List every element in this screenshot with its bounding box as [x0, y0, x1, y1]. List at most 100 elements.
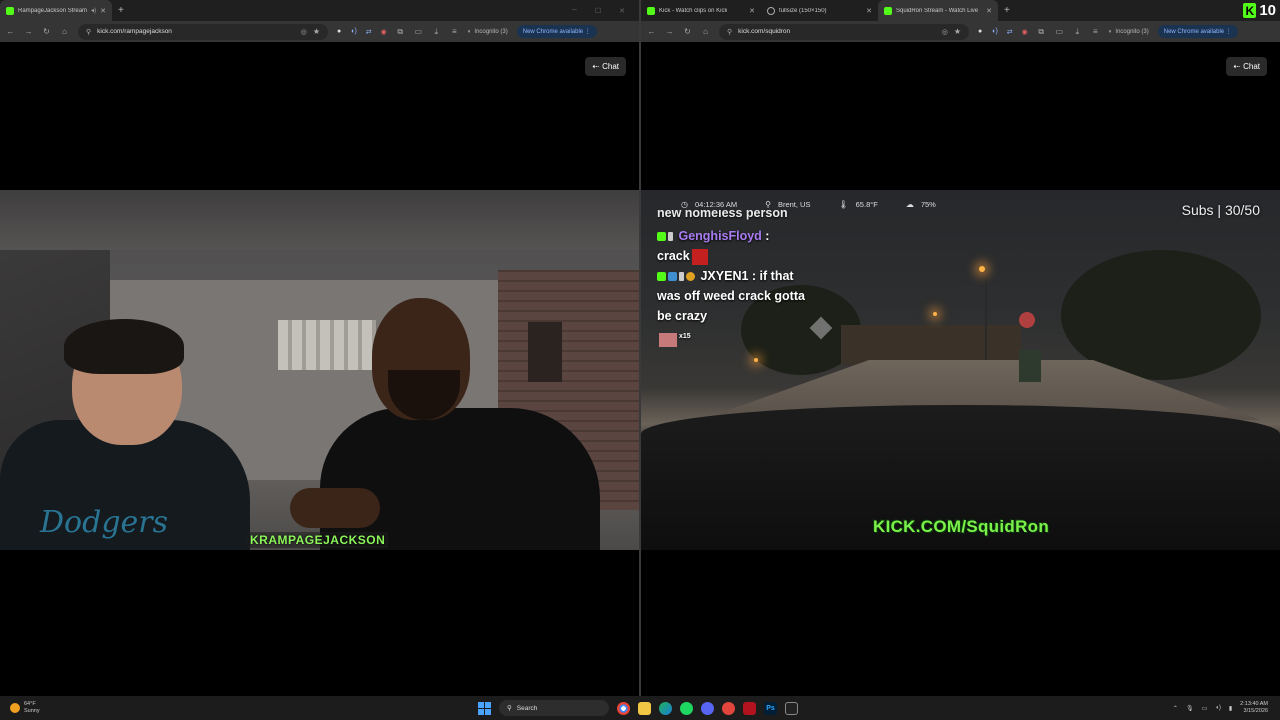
jersey-text: Dodgers — [40, 505, 169, 540]
tab-squidron[interactable]: SquidRon Stream - Watch Live ✕ — [878, 0, 998, 21]
reload-icon[interactable]: ↻ — [42, 27, 51, 36]
extension-audio-icon[interactable]: ◖) — [991, 28, 998, 35]
browser-window-right: Kick - Watch clips on Kick ✕ fullsize (1… — [641, 0, 1280, 696]
streamer-name-overlay: KRAMPAGEJACKSON — [247, 532, 389, 548]
incognito-indicator[interactable]: ◐ Incognito (3) — [1109, 29, 1149, 35]
media-control-icon[interactable]: ≡ — [450, 27, 459, 36]
chat-cutoff-line: new homeless person — [657, 210, 788, 220]
trash-bin — [1019, 350, 1041, 382]
extension-dot-icon[interactable]: ● — [978, 28, 982, 35]
windows-taskbar: 64°F Sunny ⚲ Search Ps ⌃ 🎙︎ ▭ ◖) ▮ 2:13:… — [0, 696, 1280, 720]
incognito-icon: ◐ — [1108, 28, 1113, 35]
microphone-icon[interactable]: 🎙︎ — [1186, 705, 1194, 712]
minimize-icon[interactable]: ─ — [572, 7, 577, 15]
video-player-squidron[interactable]: ◷ 04:12:36 AM ⚲ Brent, US 🌡︎ 65.8°F ☁ 75% Su… — [641, 190, 1280, 550]
spotify-app-icon[interactable] — [680, 701, 693, 715]
close-tab-icon[interactable]: ✕ — [986, 7, 992, 15]
taskbar-center: ⚲ Search Ps — [478, 696, 798, 720]
chat-toggle-button[interactable]: ⇠ Chat — [585, 57, 626, 76]
address-bar[interactable]: ⚲ kick.com/squidron ◎ ★ — [719, 23, 969, 40]
extension-record-icon[interactable]: ◉ — [381, 28, 387, 36]
tab-fullsize[interactable]: fullsize (150×150) ✕ — [761, 0, 878, 21]
back-icon[interactable]: ← — [6, 27, 15, 36]
extension-translate-icon[interactable]: ⇄ — [1007, 28, 1013, 36]
tab-kick-clips[interactable]: Kick - Watch clips on Kick ✕ — [641, 0, 761, 21]
tray-overflow-icon[interactable]: ⌃ — [1173, 705, 1178, 712]
discord-app-icon[interactable] — [701, 701, 714, 715]
kick-counter-badge: K 10 — [1243, 2, 1280, 19]
sub-badge-icon — [668, 272, 677, 282]
forward-icon[interactable]: → — [24, 27, 33, 36]
close-tab-icon[interactable]: ✕ — [100, 7, 106, 15]
emote-icon — [691, 248, 708, 265]
chrome-app-icon[interactable] — [617, 701, 630, 715]
address-bar[interactable]: ⚲ kick.com/rampagejackson ◎ ★ — [78, 23, 328, 40]
cast-icon[interactable]: ▭ — [414, 27, 423, 36]
search-icon: ⚲ — [507, 705, 512, 712]
terminal-app-icon[interactable] — [785, 701, 798, 715]
browser-toolbar: ← → ↻ ⌂ ⚲ kick.com/squidron ◎ ★ ● ◖) ⇄ ◉… — [641, 21, 1280, 42]
site-info-icon[interactable]: ⚲ — [727, 28, 732, 36]
media-control-icon[interactable]: ≡ — [1091, 27, 1100, 36]
extension-dot-icon[interactable]: ● — [337, 28, 341, 35]
photoshop-app-icon[interactable]: Ps — [764, 701, 777, 715]
home-icon[interactable]: ⌂ — [60, 27, 69, 36]
kick-favicon-icon — [647, 6, 655, 15]
video-player-rampagejackson[interactable]: Dodgers KRAMPAGEJACKSON — [0, 190, 639, 550]
home-icon[interactable]: ⌂ — [701, 27, 710, 36]
download-icon[interactable]: ⤓ — [1073, 27, 1082, 37]
ceiling — [0, 190, 639, 250]
eye-off-icon[interactable]: ◎ — [301, 28, 307, 36]
clock[interactable]: 2:13:40 AM 3/15/2026 — [1240, 701, 1268, 715]
chat-text: crack — [657, 249, 690, 263]
new-chrome-available-button[interactable]: New Chrome available ⋮ — [1157, 25, 1238, 38]
close-tab-icon[interactable]: ✕ — [749, 7, 755, 15]
gift-badge-icon — [686, 272, 695, 282]
bookmark-star-icon[interactable]: ★ — [313, 27, 320, 36]
extension-record-icon[interactable]: ◉ — [1022, 28, 1028, 36]
cloud-icon: ☁ — [905, 200, 914, 209]
extensions-puzzle-icon[interactable]: ⧉ — [1037, 27, 1046, 37]
audio-icon[interactable]: ◂) — [91, 7, 96, 14]
maximize-icon[interactable]: ☐ — [595, 7, 601, 15]
location-pin-icon: ⚲ — [765, 200, 771, 209]
edge-app-icon[interactable] — [659, 701, 672, 715]
download-icon[interactable]: ⤓ — [432, 27, 441, 37]
close-tab-icon[interactable]: ✕ — [866, 7, 872, 15]
new-chrome-available-button[interactable]: New Chrome available ⋮ — [516, 25, 597, 38]
thermometer-icon: 🌡︎ — [838, 200, 849, 209]
chat-toggle-icon: ⇠ — [1233, 62, 1241, 71]
extension-translate-icon[interactable]: ⇄ — [366, 28, 372, 36]
cast-icon[interactable]: ▭ — [1055, 27, 1064, 36]
network-icon[interactable]: ▭ — [1202, 705, 1208, 712]
chat-toggle-button[interactable]: ⇠ Chat — [1226, 57, 1267, 76]
extension-audio-icon[interactable]: ◖) — [350, 28, 357, 35]
stat-humidity: ☁ 75% — [905, 200, 936, 209]
incognito-indicator[interactable]: ◐ Incognito (3) — [468, 29, 508, 35]
eye-off-icon[interactable]: ◎ — [942, 28, 948, 36]
back-icon[interactable]: ← — [647, 27, 656, 36]
extensions-puzzle-icon[interactable]: ⧉ — [396, 27, 405, 37]
close-window-icon[interactable]: ✕ — [619, 7, 625, 15]
weather-widget[interactable]: 64°F Sunny — [0, 701, 120, 715]
acrobat-app-icon[interactable] — [743, 701, 756, 715]
stream-stats-bar: ◷ 04:12:36 AM ⚲ Brent, US 🌡︎ 65.8°F ☁ 75% — [681, 200, 936, 209]
forward-icon[interactable]: → — [665, 27, 674, 36]
taskbar-search[interactable]: ⚲ Search — [499, 700, 609, 716]
incognito-icon: ◐ — [467, 28, 472, 35]
tab-rampagejackson[interactable]: RampageJackson Stream ◂) ✕ — [0, 0, 112, 21]
new-tab-button[interactable]: + — [112, 5, 130, 16]
bookmark-star-icon[interactable]: ★ — [954, 27, 961, 36]
app-red-icon[interactable] — [722, 701, 735, 715]
site-info-icon[interactable]: ⚲ — [86, 28, 91, 36]
volume-icon[interactable]: ◖) — [1215, 705, 1221, 711]
house — [841, 325, 1021, 365]
stop-sign — [1019, 312, 1035, 328]
battery-icon[interactable]: ▮ — [1229, 705, 1232, 712]
street-pole — [985, 270, 987, 360]
start-button-icon[interactable] — [478, 701, 491, 715]
reload-icon[interactable]: ↻ — [683, 27, 692, 36]
new-tab-button[interactable]: + — [998, 5, 1016, 16]
file-explorer-icon[interactable] — [638, 701, 651, 715]
person-right — [290, 298, 620, 550]
